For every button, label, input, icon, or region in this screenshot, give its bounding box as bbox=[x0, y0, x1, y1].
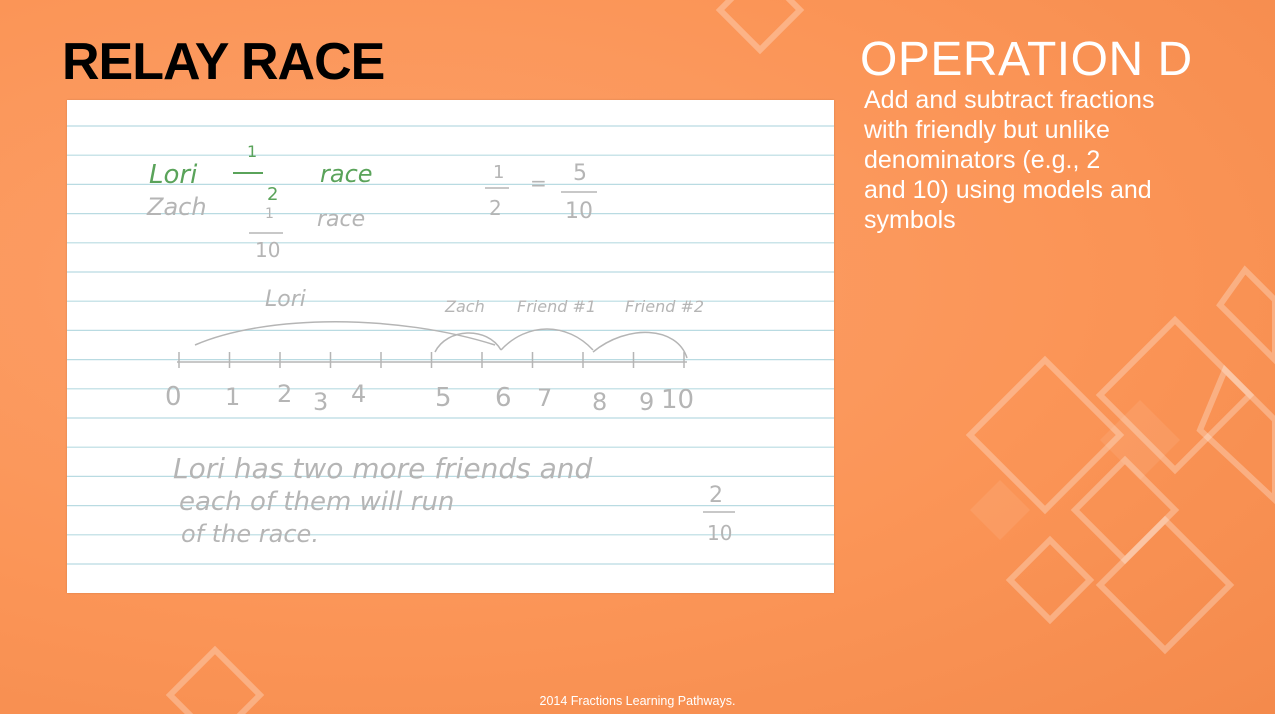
footer-credit: 2014 Fractions Learning Pathways. bbox=[539, 694, 736, 708]
eq-right-denominator: 10 bbox=[565, 199, 593, 224]
description-line: denominators (e.g., 2 bbox=[864, 146, 1101, 174]
sentence-fraction-denominator: 10 bbox=[707, 521, 732, 545]
number-label: 10 bbox=[661, 385, 694, 415]
line2-numerator: 1 bbox=[265, 206, 274, 222]
segment-label: Lori bbox=[265, 287, 306, 312]
description-line: and 10) using models and bbox=[864, 176, 1152, 204]
description-line: with friendly but unlike bbox=[864, 116, 1110, 144]
line1-denominator: 2 bbox=[267, 184, 278, 205]
number-label: 0 bbox=[165, 382, 182, 412]
sentence-line: of the race. bbox=[181, 520, 319, 548]
eq-right-numerator: 5 bbox=[573, 161, 587, 186]
number-label: 3 bbox=[313, 388, 328, 416]
eq-left-numerator: 1 bbox=[493, 162, 504, 183]
sentence-line: each of them will run bbox=[179, 487, 454, 517]
segment-label: Friend #1 bbox=[517, 297, 596, 316]
slide-title: RELAY RACE bbox=[62, 33, 385, 91]
line1-name: Lori bbox=[149, 160, 198, 190]
segment-label: Zach bbox=[444, 297, 485, 316]
number-label: 1 bbox=[225, 383, 240, 411]
brace-zach bbox=[434, 332, 502, 353]
eq-left-denominator: 2 bbox=[489, 196, 502, 220]
eq-sign: = bbox=[530, 171, 547, 195]
line1-word: race bbox=[320, 160, 373, 188]
segment-label: Friend #2 bbox=[625, 297, 704, 316]
number-label: 8 bbox=[592, 388, 607, 416]
description-line: symbols bbox=[864, 206, 956, 234]
brace-friend-2 bbox=[592, 331, 688, 359]
line2-word: race bbox=[317, 207, 365, 232]
number-label: 4 bbox=[351, 380, 366, 408]
line2-denominator: 10 bbox=[255, 238, 280, 262]
description-line: Add and subtract fractions bbox=[864, 86, 1155, 114]
operation-description: Add and subtract fractions with friendly… bbox=[864, 85, 1264, 235]
number-label: 7 bbox=[537, 384, 552, 412]
number-label: 5 bbox=[435, 383, 452, 413]
number-label: 6 bbox=[495, 383, 512, 413]
notecard-drawing: Lori 1 2 race Zach 1 10 race 1 2 = 5 10 … bbox=[67, 125, 834, 565]
line2-name: Zach bbox=[146, 193, 207, 221]
number-label: 2 bbox=[277, 380, 292, 408]
number-label: 9 bbox=[639, 388, 654, 416]
sentence-line: Lori has two more friends and bbox=[173, 452, 593, 485]
notecard: Lori 1 2 race Zach 1 10 race 1 2 = 5 10 … bbox=[67, 100, 834, 593]
operation-heading: OPERATION D bbox=[860, 33, 1193, 86]
brace-friend-1 bbox=[500, 328, 594, 351]
line1-numerator: 1 bbox=[247, 142, 257, 161]
sentence-fraction-numerator: 2 bbox=[709, 483, 723, 508]
brace-lori bbox=[194, 321, 496, 346]
